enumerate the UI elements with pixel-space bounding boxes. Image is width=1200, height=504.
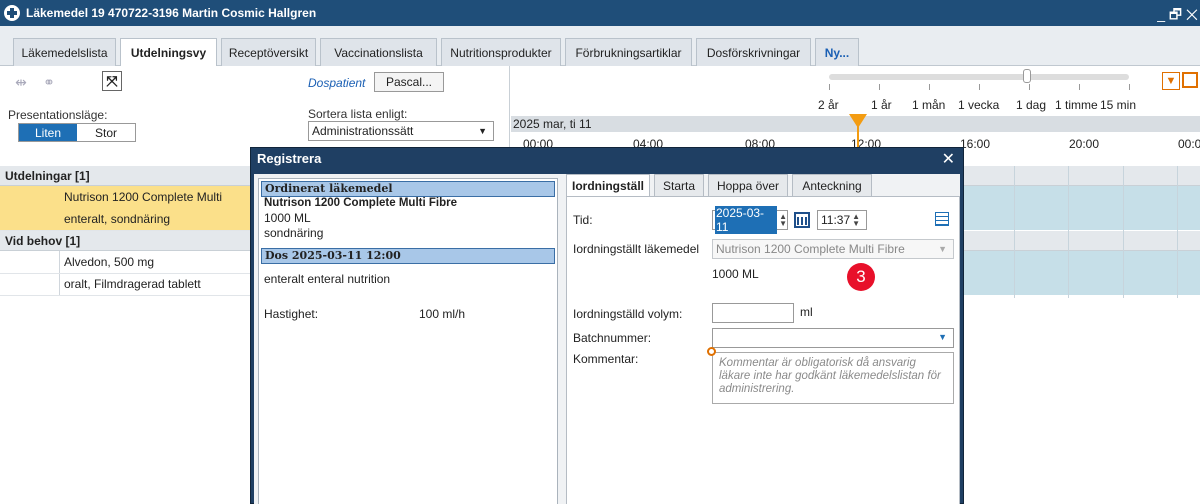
step-badge: 3 <box>847 263 875 291</box>
chevron-down-icon: ▼ <box>938 244 947 254</box>
dialog-body: Ordinerat läkemedel Nutrison 1200 Comple… <box>254 174 960 504</box>
time-value: 11:37 <box>821 213 851 227</box>
registration-form: Iordningställ Starta Hoppa över Anteckni… <box>566 174 960 504</box>
dialog-title: Registrera <box>257 151 322 166</box>
tab-receptoversikt[interactable]: Receptöversikt <box>221 38 316 66</box>
form-panel: Tid: 2025-03-11 ▲ ▼ 11:37 ▲ ▼ Iordningstäl… <box>566 196 960 504</box>
zoom-slider-track[interactable] <box>829 74 1129 80</box>
presentation-size-toggle: Liten Stor <box>18 123 136 142</box>
pascal-button[interactable]: Pascal... <box>374 72 444 92</box>
dose-route: enteralt enteral nutrition <box>264 272 391 286</box>
tab-starta[interactable]: Starta <box>654 174 704 196</box>
time-input[interactable]: 11:37 ▲ ▼ <box>817 210 867 230</box>
prepared-med-value: Nutrison 1200 Complete Multi Fibre <box>716 242 905 256</box>
tab-hoppa-over[interactable]: Hoppa över <box>708 174 788 196</box>
register-dialog: Registrera ✕ Ordinerat läkemedel Nutriso… <box>250 147 964 504</box>
ordered-type: sondnäring <box>264 226 324 240</box>
filter-icon[interactable]: ▼ <box>1162 72 1180 90</box>
size-large-button[interactable]: Stor <box>77 124 135 141</box>
tab-nutritionsprodukter[interactable]: Nutritionsprodukter <box>441 38 561 66</box>
tab-vaccinationslista[interactable]: Vaccinationslista <box>320 38 437 66</box>
tab-new[interactable]: Ny... <box>815 38 859 66</box>
ordered-header: Ordinerat läkemedel <box>261 181 555 197</box>
zoom-label[interactable]: 1 vecka <box>958 98 999 112</box>
grid-icon[interactable] <box>935 212 949 226</box>
presentation-label: Presentationsläge: <box>8 108 108 122</box>
volume-unit: ml <box>800 305 813 319</box>
volume-input[interactable] <box>712 303 794 323</box>
chevron-down-icon: ▼ <box>478 126 487 136</box>
main-tabstrip: Läkemedelslista Utdelningsvy Receptövers… <box>0 26 1200 67</box>
close-icon[interactable]: ✕ <box>942 149 955 169</box>
tab-forbrukningsartiklar[interactable]: Förbrukningsartiklar <box>565 38 692 66</box>
dose-header: Dos 2025-03-11 12:00 <box>261 248 555 264</box>
tab-lakemedelslista[interactable]: Läkemedelslista <box>13 38 116 66</box>
ordered-name: Nutrison 1200 Complete Multi Fibre <box>264 197 457 209</box>
prepared-volume-label: Iordningställd volym: <box>573 307 683 321</box>
tab-dosforskrivningar[interactable]: Dosförskrivningar <box>696 38 811 66</box>
zoom-label[interactable]: 1 år <box>871 98 892 112</box>
prepared-med-select: Nutrison 1200 Complete Multi Fibre ▼ <box>712 239 954 259</box>
size-small-button[interactable]: Liten <box>19 124 77 141</box>
time-label: Tid: <box>573 213 593 227</box>
date-input[interactable]: 2025-03-11 ▲ ▼ <box>712 206 788 234</box>
hour-label: 16:00 <box>960 137 991 151</box>
zoom-label[interactable]: 1 mån <box>912 98 945 112</box>
sort-select-value: Administrationssätt <box>312 124 414 138</box>
volume-display: 1000 ML <box>712 267 759 281</box>
expand-arrows-icon[interactable]: ⤧ <box>102 71 122 91</box>
batch-select[interactable]: ▼ <box>712 328 954 348</box>
square-icon[interactable] <box>1182 72 1198 88</box>
hour-label: 20:00 <box>1069 137 1100 151</box>
window-controls[interactable]: _ 🗗 ✕ <box>1157 4 1198 28</box>
comment-input[interactable]: Kommentar är obligatorisk då ansvarig lä… <box>712 352 954 404</box>
zoom-label[interactable]: 1 timme <box>1055 98 1098 112</box>
comment-label: Kommentar: <box>573 352 639 366</box>
link-icon[interactable]: ⚭ <box>38 72 60 92</box>
window-title: Läkemedel 19 470722-3196 Martin Cosmic H… <box>26 6 317 20</box>
ordered-volume: 1000 ML <box>264 211 311 225</box>
prepared-med-label: Iordningställt läkemedel <box>573 242 700 256</box>
date-value: 2025-03-11 <box>715 206 778 234</box>
spinner-icon[interactable]: ▲ ▼ <box>779 213 787 228</box>
timeline-bar[interactable] <box>962 186 1200 230</box>
zoom-label[interactable]: 1 dag <box>1016 98 1046 112</box>
split-icon[interactable]: ⇹ <box>10 72 32 92</box>
hour-label: 00:0 <box>1178 137 1200 151</box>
spinner-icon[interactable]: ▲ ▼ <box>852 213 860 228</box>
tab-utdelningsvy[interactable]: Utdelningsvy <box>120 38 217 67</box>
batch-label: Batchnummer: <box>573 331 652 345</box>
list-item-nutrison-route[interactable]: enteralt, sondnäring <box>0 208 250 231</box>
required-indicator-icon <box>707 347 716 356</box>
zoom-slider-thumb[interactable] <box>1023 69 1031 83</box>
sort-select[interactable]: Administrationssätt ▼ <box>308 121 494 141</box>
list-item-alvedon-route[interactable]: oralt, Filmdragerad tablett <box>0 273 250 296</box>
speed-label: Hastighet: <box>264 307 319 321</box>
tab-iordningstall[interactable]: Iordningställ <box>566 174 650 197</box>
sort-label: Sortera lista enligt: <box>308 107 408 121</box>
ordered-medication-panel: Ordinerat läkemedel Nutrison 1200 Comple… <box>258 178 558 504</box>
calendar-icon[interactable] <box>794 212 810 228</box>
zoom-label[interactable]: 2 år <box>818 98 839 112</box>
chevron-down-icon: ▼ <box>938 332 947 342</box>
dospatient-link[interactable]: Dospatient <box>308 76 365 90</box>
medical-cross-icon <box>4 5 20 21</box>
tab-anteckning[interactable]: Anteckning <box>792 174 872 196</box>
list-item-alvedon-name[interactable]: Alvedon, 500 mg <box>0 251 250 274</box>
speed-value: 100 ml/h <box>419 307 466 321</box>
timeline-bar[interactable] <box>962 251 1200 295</box>
zoom-label[interactable]: 15 min <box>1100 98 1136 112</box>
window-titlebar: Läkemedel 19 470722-3196 Martin Cosmic H… <box>0 0 1200 26</box>
